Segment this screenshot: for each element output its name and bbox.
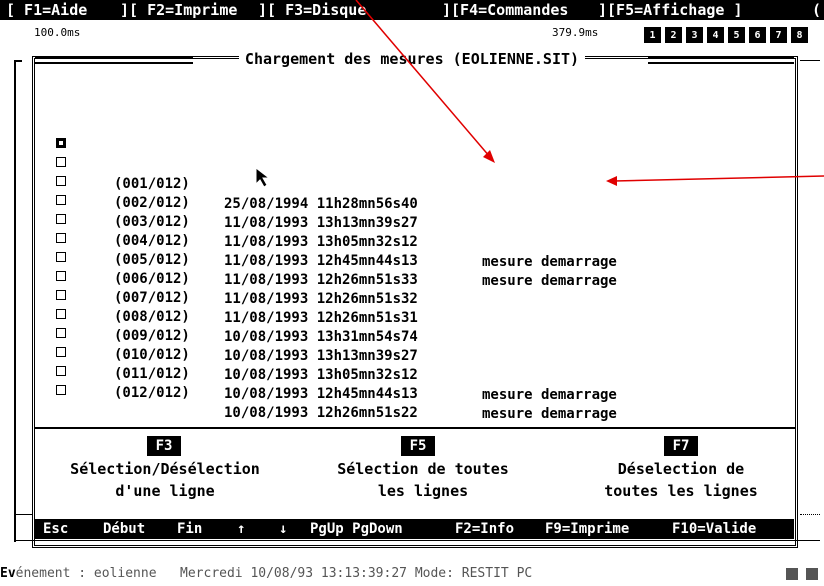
annotation-overlay [255,0,824,188]
mouse-cursor-icon [255,166,271,188]
annotation-arrow [613,175,824,182]
arrow-head [606,176,617,186]
annotation-arrow [355,0,491,158]
